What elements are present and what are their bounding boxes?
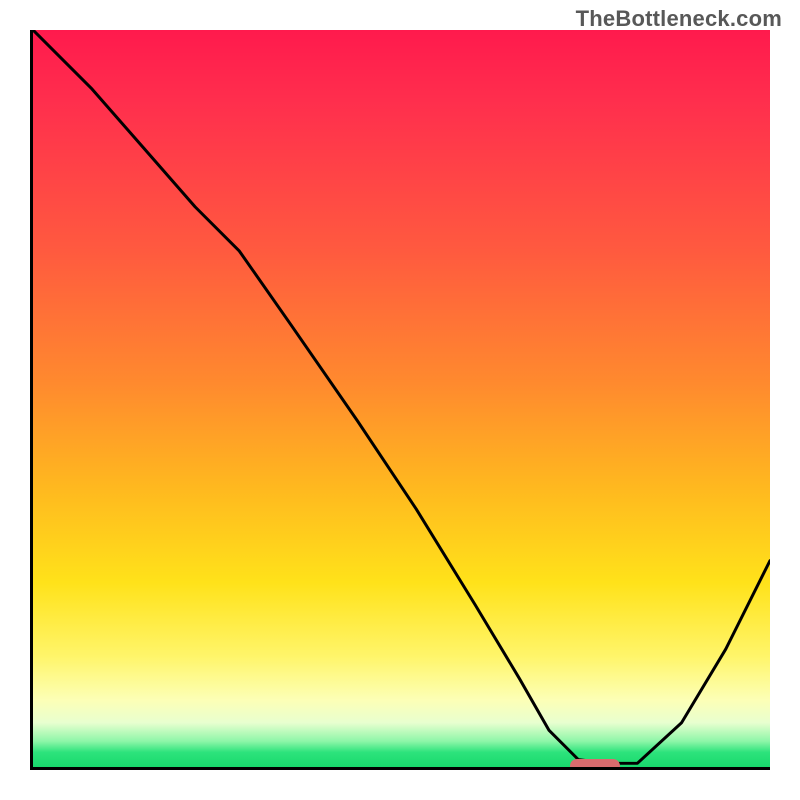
watermark-label: TheBottleneck.com bbox=[576, 6, 782, 32]
plot-area bbox=[30, 30, 770, 770]
curve-svg bbox=[33, 30, 770, 767]
chart-container: TheBottleneck.com bbox=[0, 0, 800, 800]
curve-path bbox=[33, 30, 770, 763]
marker-pill bbox=[570, 759, 620, 770]
